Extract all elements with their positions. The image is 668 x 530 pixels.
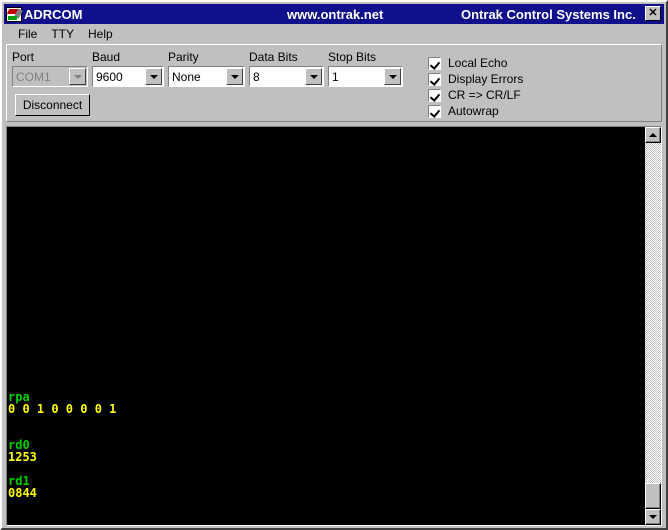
terminal-line: rd0 [8, 438, 30, 452]
menu-item-help[interactable]: Help [81, 26, 120, 42]
baud-label: Baud [92, 50, 121, 64]
autowrap-label: Autowrap [448, 104, 499, 118]
port-combobox[interactable]: COM1 [12, 66, 88, 87]
display-errors-label: Display Errors [448, 72, 524, 86]
chevron-down-icon[interactable] [384, 68, 401, 85]
data-bits-combobox[interactable]: 8 [249, 66, 324, 87]
terminal-line: 1253 [8, 450, 37, 464]
close-icon[interactable]: ✕ [645, 6, 661, 21]
url-banner: www.ontrak.net [287, 6, 384, 22]
terminal-output[interactable]: rpa 0 0 1 0 0 0 0 1 rd0 1253 rd1 0844 [7, 127, 647, 525]
checkmark-icon[interactable] [428, 56, 441, 70]
chevron-down-icon[interactable] [226, 68, 243, 85]
field-group-parity: Parity None [168, 50, 245, 87]
field-group-stop-bits: Stop Bits 1 [328, 50, 403, 87]
checkbox-autowrap[interactable]: Autowrap [428, 104, 499, 118]
terminal-area: rpa 0 0 1 0 0 0 0 1 rd0 1253 rd1 0844 [6, 126, 662, 526]
scrollbar-thumb[interactable] [645, 483, 661, 509]
checkmark-icon[interactable] [428, 72, 441, 86]
menu-bar: File TTY Help [4, 25, 664, 43]
checkbox-display-errors[interactable]: Display Errors [428, 72, 523, 86]
field-group-port: Port COM1 [12, 50, 88, 87]
stop-bits-label: Stop Bits [328, 50, 377, 64]
terminal-line: rd1 [8, 474, 30, 488]
disconnect-button[interactable]: Disconnect [15, 94, 90, 116]
terminal-line: 0844 [8, 486, 37, 500]
baud-combobox[interactable]: 9600 [92, 66, 164, 87]
chevron-down-icon[interactable] [145, 68, 162, 85]
window-title: ADRCOM [24, 6, 83, 22]
parity-value: None [172, 69, 201, 84]
local-echo-label: Local Echo [448, 56, 508, 70]
cr-crlf-label: CR => CR/LF [448, 88, 521, 102]
field-group-data-bits: Data Bits 8 [249, 50, 324, 87]
chevron-down-icon[interactable] [69, 68, 86, 85]
data-bits-label: Data Bits [249, 50, 298, 64]
port-value: COM1 [16, 69, 51, 84]
adrcom-window: ADRCOM www.ontrak.net Ontrak Control Sys… [0, 0, 668, 530]
parity-label: Parity [168, 50, 199, 64]
stop-bits-combobox[interactable]: 1 [328, 66, 403, 87]
parity-combobox[interactable]: None [168, 66, 245, 87]
connection-settings-panel: Port COM1 Baud 9600 Parity None Data Bit… [6, 44, 662, 122]
baud-value: 9600 [96, 69, 123, 84]
scroll-up-icon[interactable] [645, 127, 661, 143]
checkmark-icon[interactable] [428, 88, 441, 102]
menu-item-file[interactable]: File [11, 26, 44, 42]
chevron-down-icon[interactable] [305, 68, 322, 85]
terminal-scrollbar[interactable] [645, 127, 661, 525]
stop-bits-value: 1 [332, 69, 339, 84]
adrcom-app-icon [6, 6, 23, 22]
field-group-baud: Baud 9600 [92, 50, 164, 87]
scrollbar-track[interactable] [645, 143, 661, 509]
checkbox-local-echo[interactable]: Local Echo [428, 56, 507, 70]
menu-item-tty[interactable]: TTY [44, 26, 81, 42]
scroll-down-icon[interactable] [645, 509, 661, 525]
title-bar[interactable]: ADRCOM www.ontrak.net Ontrak Control Sys… [4, 4, 664, 24]
checkmark-icon[interactable] [428, 104, 441, 118]
checkbox-cr-crlf[interactable]: CR => CR/LF [428, 88, 521, 102]
port-label: Port [12, 50, 35, 64]
terminal-line: 0 0 1 0 0 0 0 1 [8, 402, 117, 416]
data-bits-value: 8 [253, 69, 260, 84]
company-banner: Ontrak Control Systems Inc. [461, 6, 636, 22]
